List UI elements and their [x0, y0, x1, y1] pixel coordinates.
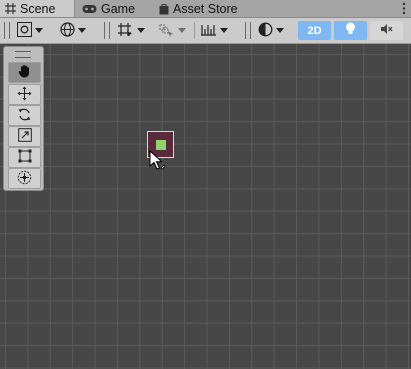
render-path-dropdown[interactable] [60, 20, 86, 41]
chevron-down-icon [276, 28, 284, 33]
shopping-bag-icon [159, 3, 169, 15]
chevron-down-icon [35, 28, 43, 33]
tool-palette [3, 46, 44, 191]
transform-gizmo-icon [17, 170, 32, 188]
scene-audio-toggle[interactable] [370, 21, 403, 40]
rotate-icon [17, 107, 32, 125]
toolbar-separator [194, 22, 195, 39]
more-options-icon[interactable] [400, 1, 408, 16]
shaded-square-icon [17, 21, 32, 40]
gamepad-icon [82, 4, 97, 14]
chevron-down-icon [220, 28, 228, 33]
tab-game[interactable]: Game [82, 0, 135, 17]
mouse-cursor-icon [149, 149, 171, 175]
ruler-icon [200, 23, 217, 39]
sprite-inner-square [156, 140, 166, 150]
palette-drag-handle[interactable] [15, 51, 31, 58]
toolbar-grip-icon [245, 22, 251, 39]
globe-icon [60, 21, 75, 40]
audio-mute-icon [380, 23, 393, 38]
hand-icon [18, 64, 32, 81]
tab-asset-store[interactable]: Asset Store [159, 0, 238, 17]
rect-tool-button[interactable] [8, 147, 41, 168]
tab-asset-store-label: Asset Store [173, 1, 238, 16]
scene-viewport[interactable] [0, 44, 411, 369]
scene-toolbar: 2D [0, 18, 411, 44]
ruler-dropdown[interactable] [200, 20, 228, 41]
toolbar-grip-icon [104, 22, 110, 39]
chevron-down-icon [178, 28, 186, 33]
tab-scene-label: Scene [20, 1, 56, 16]
draw-mode-dropdown[interactable] [17, 20, 43, 41]
rect-transform-icon [18, 149, 32, 166]
tab-game-label: Game [101, 1, 136, 16]
chevron-down-icon [78, 28, 86, 33]
scale-tool-button[interactable] [8, 126, 41, 147]
scale-icon [17, 128, 32, 145]
tab-scene[interactable]: Scene [0, 0, 75, 17]
toolbar-grip-icon [4, 22, 10, 39]
shading-sphere-icon [258, 22, 273, 40]
transform-tool-button[interactable] [8, 168, 41, 189]
rotate-tool-button[interactable] [8, 105, 41, 126]
grid-snap-dropdown[interactable] [117, 20, 145, 41]
view-options-dropdown[interactable] [258, 20, 284, 41]
hand-tool-button[interactable] [8, 62, 41, 83]
lightbulb-icon [345, 22, 356, 39]
chevron-down-icon [137, 28, 145, 33]
move-arrows-icon [17, 86, 32, 104]
2d-mode-toggle[interactable]: 2D [298, 21, 331, 40]
window-tab-bar: Scene Game Asset Store [0, 0, 411, 18]
increment-snap-icon [158, 22, 175, 40]
grid-snap-icon [117, 22, 134, 40]
move-tool-button[interactable] [8, 84, 41, 105]
scene-lighting-toggle[interactable] [334, 21, 367, 40]
increment-snap-dropdown[interactable] [158, 20, 186, 41]
grid-hash-icon [5, 3, 16, 14]
2d-mode-label: 2D [307, 24, 322, 37]
